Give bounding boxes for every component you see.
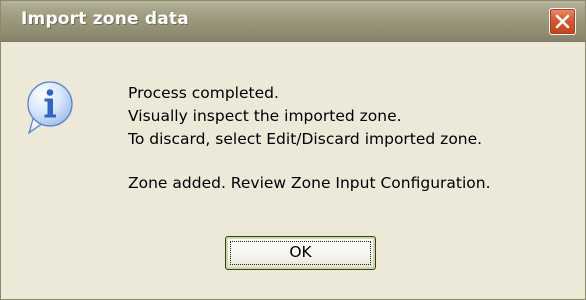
message-line-2: Visually inspect the imported zone. <box>128 107 402 125</box>
dialog-title: Import zone data <box>21 9 189 29</box>
ok-button[interactable]: OK <box>225 236 376 270</box>
message-line-1: Process completed. <box>128 84 279 102</box>
title-bar[interactable]: Import zone data <box>1 1 585 42</box>
close-icon <box>555 14 570 29</box>
ok-button-label: OK <box>289 243 312 261</box>
close-button[interactable] <box>549 8 576 35</box>
message-line-4: Zone added. Review Zone Input Configurat… <box>128 174 491 192</box>
message-line-3: To discard, select Edit/Discard imported… <box>128 130 483 148</box>
info-icon <box>23 79 77 141</box>
dialog-window: Import zone data Process completed. Visu… <box>0 0 586 300</box>
